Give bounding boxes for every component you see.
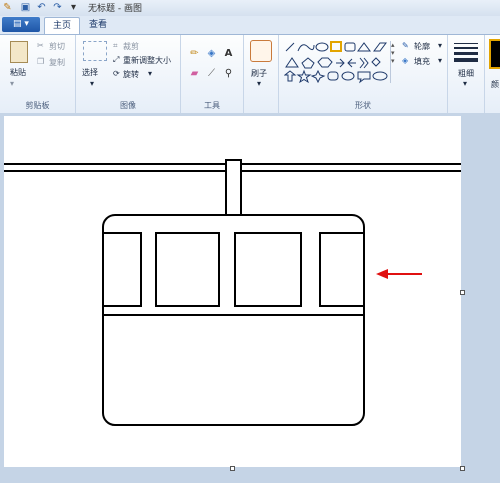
tools-group-label: 工具 [204, 101, 220, 110]
fill-icon[interactable]: ◈ [205, 47, 218, 60]
clipboard-group: 粘贴 ▾ ✂ 剪切 ❐ 复制 剪贴板 [0, 35, 76, 113]
hanger [225, 159, 242, 216]
tools-group: ✏ ◈ A ▰ ⟋ ⚲ 工具 [181, 35, 244, 113]
size-dropdown-icon[interactable]: ▾ [463, 79, 467, 88]
select-icon[interactable] [83, 41, 107, 61]
image-group: 选择 ▾ ⌗ 裁剪 ⤢ 重新调整大小 ⟳ 旋转 ▾ 图像 [76, 35, 181, 113]
title-bar: ✎ ▣ ↶ ↷ ▾ 无标题 - 画图 [0, 0, 500, 17]
red-arrow-icon [376, 269, 422, 279]
fill-dropdown-icon[interactable]: ▾ [438, 56, 442, 65]
resize-handle-right[interactable] [460, 290, 465, 295]
resize-button[interactable]: 重新调整大小 [123, 55, 171, 66]
shapes-gallery[interactable] [284, 41, 394, 85]
cabin-body [102, 214, 365, 426]
crop-button[interactable]: 裁剪 [123, 41, 139, 52]
color1-label: 颜 [491, 80, 499, 89]
drawing-canvas[interactable] [4, 116, 461, 467]
redo-icon[interactable]: ↷ [52, 2, 63, 13]
size-button[interactable]: 粗细 [458, 68, 474, 79]
workspace [0, 113, 500, 483]
color1-swatch[interactable] [489, 39, 500, 69]
cut-button[interactable]: 剪切 [49, 41, 65, 52]
outline-button[interactable]: 轮廓 [414, 41, 430, 52]
ribbon: 粘贴 ▾ ✂ 剪切 ❐ 复制 剪贴板 选择 ▾ ⌗ 裁剪 ⤢ 重新调整大小 ⟳ … [0, 34, 500, 114]
paint-app-icon: ✎ [3, 2, 12, 13]
resize-icon: ⤢ [113, 55, 120, 64]
undo-icon[interactable]: ↶ [36, 2, 47, 13]
brushes-group: 刷子 ▾ [244, 35, 279, 113]
select-dropdown-icon[interactable]: ▾ [90, 79, 94, 88]
window-title: 无标题 - 画图 [88, 4, 142, 14]
outline-icon: ✎ [402, 41, 409, 50]
paste-dropdown-icon[interactable]: ▾ [10, 79, 14, 88]
line-width-icon[interactable] [454, 43, 478, 62]
shapes-group: ▴ ▾ ▾ ✎ 轮廓 ▾ ◈ 填充 ▾ 形状 [279, 35, 448, 113]
clipboard-group-label: 剪贴板 [25, 101, 50, 110]
copy-icon: ❐ [37, 57, 45, 66]
fill-bucket-icon: ◈ [402, 56, 409, 65]
paste-button[interactable]: 粘贴 [10, 67, 26, 78]
paint-menu-button[interactable]: ▤ ▾ [2, 17, 40, 32]
paste-icon[interactable] [10, 41, 28, 63]
color-picker-icon[interactable]: ⟋ [205, 67, 218, 80]
customize-icon[interactable]: ▾ [68, 2, 79, 13]
brushes-dropdown-icon[interactable]: ▾ [257, 79, 261, 88]
rotate-button[interactable]: 旋转 [123, 69, 139, 80]
copy-button[interactable]: 复制 [49, 57, 65, 68]
pencil-icon[interactable]: ✏ [188, 47, 201, 60]
resize-handle-bottom[interactable] [230, 466, 235, 471]
magnifier-icon[interactable]: ⚲ [222, 67, 235, 80]
select-button[interactable]: 选择 [82, 67, 98, 78]
shapes-scroll-icon[interactable]: ▴ ▾ ▾ [390, 41, 397, 83]
brush-icon[interactable] [250, 40, 272, 62]
image-group-label: 图像 [120, 101, 136, 110]
color1-group: 颜 [485, 35, 500, 113]
cable-car-drawing [4, 159, 461, 426]
ribbon-tabs: ▤ ▾ 主页 查看 [0, 16, 500, 34]
brushes-button[interactable]: 刷子 [251, 68, 267, 79]
tab-view[interactable]: 查看 [82, 17, 114, 33]
eraser-icon[interactable]: ▰ [188, 67, 201, 80]
rotate-dropdown-icon[interactable]: ▾ [148, 69, 152, 78]
cut-icon: ✂ [37, 41, 44, 50]
size-group: 粗细 ▾ [448, 35, 485, 113]
outline-dropdown-icon[interactable]: ▾ [438, 41, 442, 50]
resize-handle-corner[interactable] [460, 466, 465, 471]
text-icon[interactable]: A [222, 47, 235, 60]
rotate-icon: ⟳ [113, 69, 120, 78]
shapes-group-label: 形状 [355, 101, 371, 110]
tab-home[interactable]: 主页 [44, 17, 80, 34]
save-icon[interactable]: ▣ [20, 2, 31, 13]
fill-button[interactable]: 填充 [414, 56, 430, 67]
crop-icon: ⌗ [113, 41, 118, 50]
